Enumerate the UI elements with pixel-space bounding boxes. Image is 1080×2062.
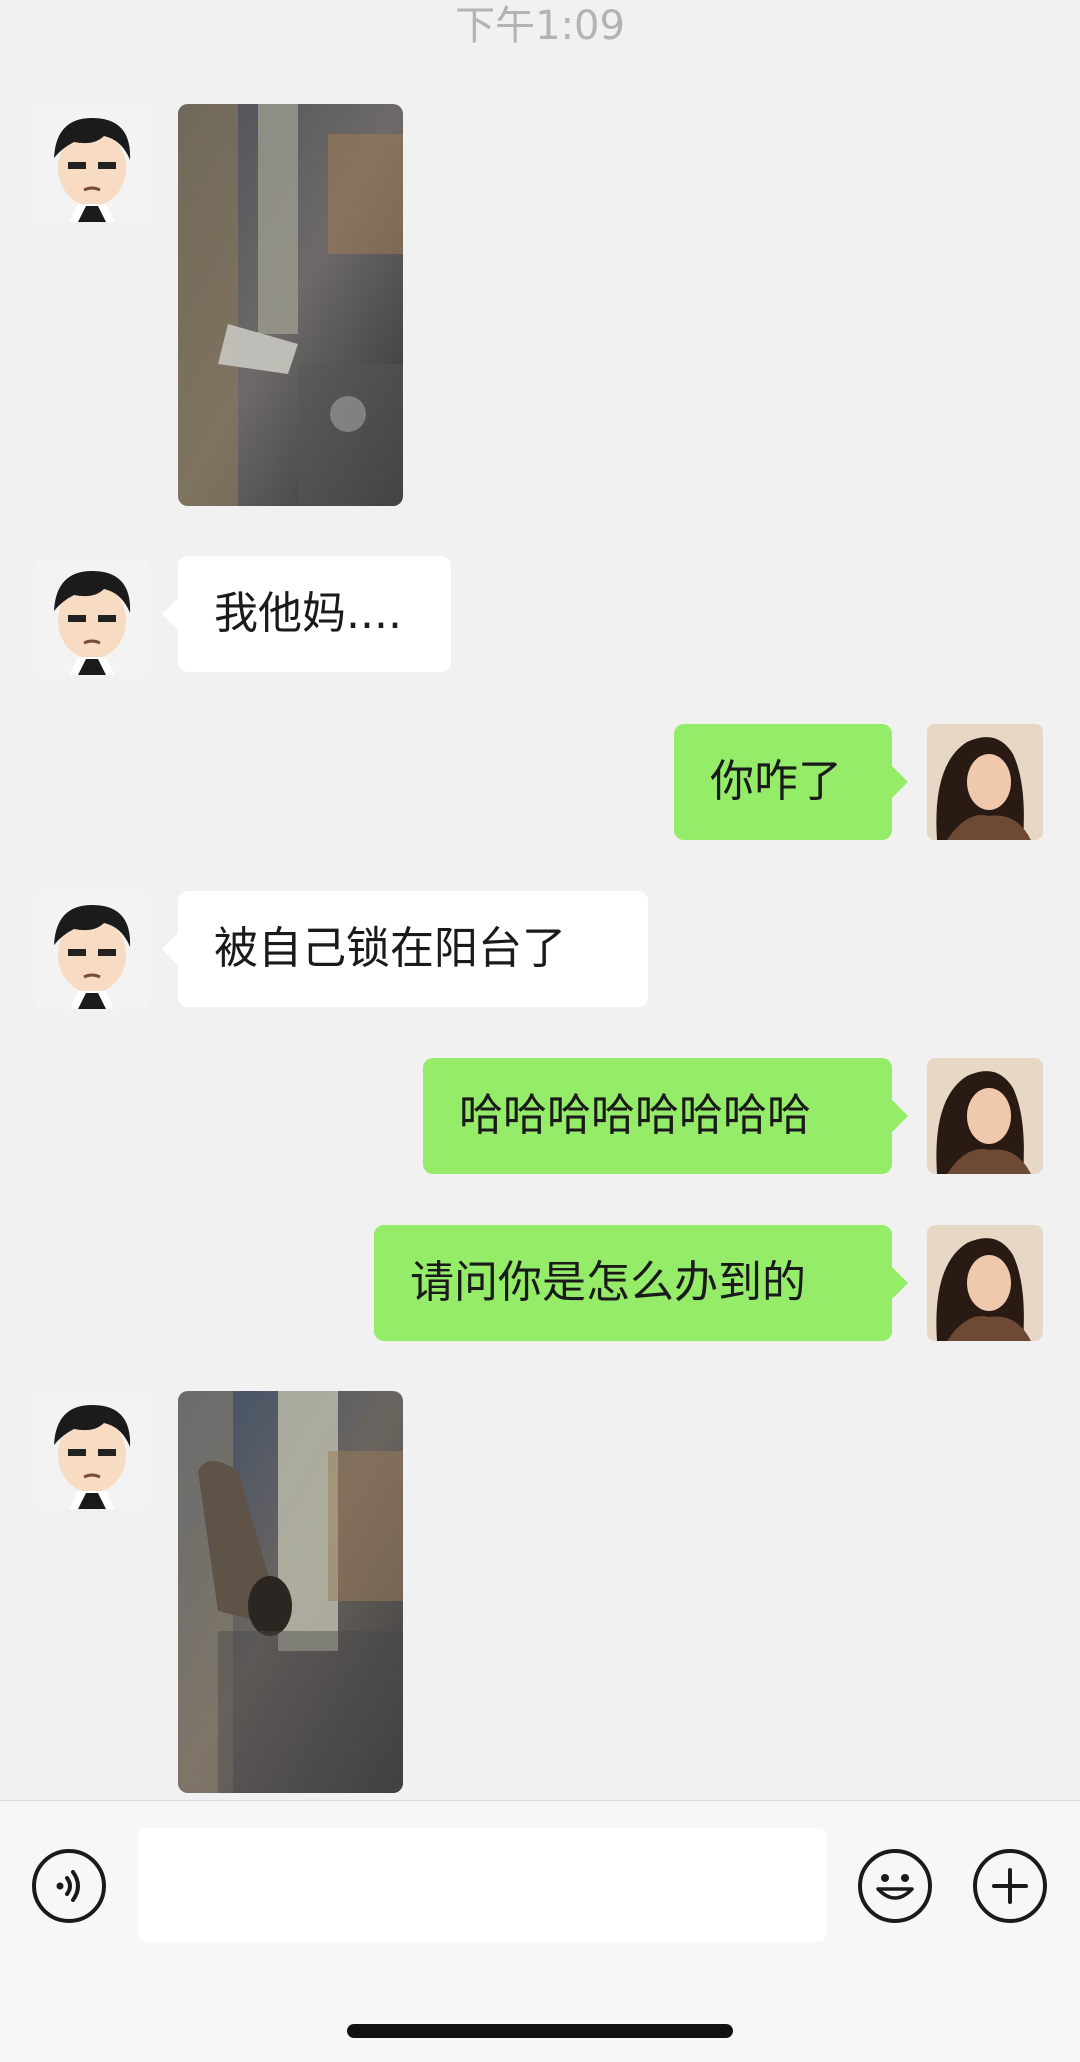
message-text: 我他妈.... bbox=[214, 588, 402, 639]
plus-icon bbox=[992, 1868, 1028, 1904]
image-message[interactable] bbox=[178, 1391, 403, 1793]
emoji-icon bbox=[876, 1874, 914, 1900]
message-text: 你咋了 bbox=[710, 756, 842, 807]
message-bubble-outgoing[interactable]: 哈哈哈哈哈哈哈哈 bbox=[423, 1058, 908, 1174]
voice-icon bbox=[56, 1870, 80, 1902]
home-indicator[interactable] bbox=[347, 2024, 733, 2038]
my-avatar[interactable] bbox=[927, 724, 1043, 840]
voice-button[interactable] bbox=[32, 1849, 106, 1923]
my-avatar[interactable] bbox=[927, 1058, 1043, 1174]
my-avatar[interactable] bbox=[927, 1225, 1043, 1341]
friend-avatar[interactable] bbox=[34, 559, 150, 675]
emoji-button[interactable] bbox=[858, 1849, 932, 1923]
message-timestamp: 下午1:09 bbox=[455, 3, 625, 49]
message-bubble-incoming[interactable]: 被自己锁在阳台了 bbox=[162, 891, 648, 1007]
message-bubble-outgoing[interactable]: 你咋了 bbox=[674, 724, 908, 840]
message-text: 请问你是怎么办到的 bbox=[410, 1257, 806, 1308]
friend-avatar[interactable] bbox=[34, 893, 150, 1009]
message-bubble-outgoing[interactable]: 请问你是怎么办到的 bbox=[374, 1225, 908, 1341]
friend-avatar[interactable] bbox=[34, 106, 150, 222]
message-bubble-incoming[interactable]: 我他妈.... bbox=[162, 556, 451, 672]
image-message[interactable] bbox=[178, 104, 403, 506]
message-text: 被自己锁在阳台了 bbox=[214, 923, 566, 974]
friend-avatar[interactable] bbox=[34, 1393, 150, 1509]
message-text: 哈哈哈哈哈哈哈哈 bbox=[459, 1090, 811, 1141]
more-button[interactable] bbox=[973, 1849, 1047, 1923]
message-input[interactable] bbox=[138, 1828, 826, 1942]
chat-input-bar bbox=[0, 1800, 1080, 2062]
